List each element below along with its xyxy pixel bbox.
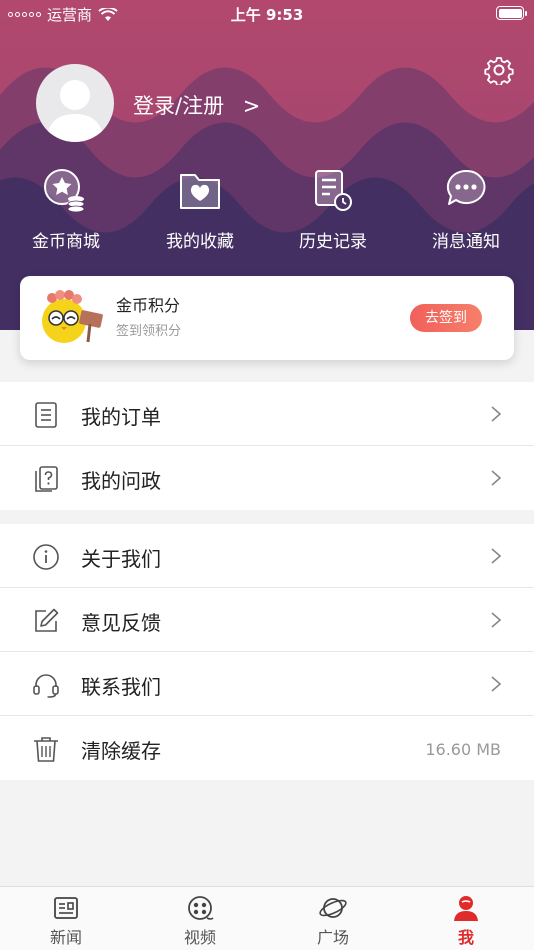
sign-in-card: 金币积分 签到领积分 去签到: [20, 276, 514, 360]
status-time: 上午 9:53: [230, 6, 304, 24]
login-label: 登录/注册: [133, 94, 225, 118]
headset-icon: [33, 674, 59, 698]
avatar[interactable]: [36, 64, 114, 142]
menu-item-feedback[interactable]: 意见反馈: [0, 588, 534, 652]
tab-label-me: 我: [457, 928, 474, 947]
quick-history[interactable]: 历史记录: [273, 165, 393, 252]
message-icon: [446, 169, 486, 205]
question-doc-icon: [35, 466, 58, 492]
settings-gear-icon[interactable]: [484, 55, 514, 85]
tab-news[interactable]: 新闻: [26, 893, 106, 948]
user-icon: [454, 896, 478, 921]
quick-favorites[interactable]: 我的收藏: [140, 165, 260, 252]
sign-in-button[interactable]: 去签到: [410, 304, 482, 332]
chevron-right-icon: [491, 470, 502, 486]
news-icon: [54, 897, 78, 919]
bottom-tab-bar: 新闻 视频 广场 我: [0, 886, 534, 950]
quick-label-messages: 消息通知: [432, 232, 500, 252]
status-bar: 运营商 上午 9:53: [0, 0, 534, 28]
quick-label-favorites: 我的收藏: [166, 232, 234, 252]
trash-icon: [34, 737, 58, 762]
info-icon: [33, 544, 59, 570]
menu-label-about: 关于我们: [81, 547, 161, 571]
owl-mascot-icon: [42, 290, 103, 343]
default-avatar-icon: [46, 80, 104, 142]
tab-me[interactable]: 我: [426, 893, 506, 948]
menu-item-orders[interactable]: 我的订单: [0, 382, 534, 446]
quick-messages[interactable]: 消息通知: [406, 165, 526, 252]
tab-label-square: 广场: [316, 928, 349, 947]
quick-coin-mall[interactable]: 金币商城: [6, 165, 126, 252]
tab-video[interactable]: 视频: [160, 893, 240, 948]
chevron-right-icon: [491, 548, 502, 564]
menu-label-inquiries: 我的问政: [81, 469, 161, 493]
sign-card-subtitle: 签到领积分: [116, 324, 182, 339]
menu-group-1: 我的订单 我的问政: [0, 382, 534, 510]
menu-label-clear-cache: 清除缓存: [81, 739, 161, 763]
cache-size-value: 16.60 MB: [425, 740, 501, 759]
history-icon: [315, 170, 352, 211]
chevron-right-icon: [491, 406, 502, 422]
menu-item-inquiries[interactable]: 我的问政: [0, 446, 534, 510]
order-list-icon: [35, 402, 57, 428]
tab-label-video: 视频: [183, 928, 216, 947]
menu-label-orders: 我的订单: [81, 405, 161, 429]
menu-label-contact: 联系我们: [81, 675, 161, 699]
quick-label-history: 历史记录: [299, 232, 367, 252]
menu-item-clear-cache[interactable]: 清除缓存 16.60 MB: [0, 716, 534, 780]
login-arrow: >: [242, 94, 261, 118]
planet-icon: [319, 898, 347, 918]
menu-item-about[interactable]: 关于我们: [0, 524, 534, 588]
favorites-folder-icon: [180, 174, 220, 209]
quick-label-coin-mall: 金币商城: [32, 232, 100, 252]
chevron-right-icon: [491, 612, 502, 628]
menu-group-2: 关于我们 意见反馈 联系我们 清除缓存 16.60 MB: [0, 524, 534, 780]
sign-card-title: 金币积分: [116, 296, 181, 315]
tab-square[interactable]: 广场: [293, 893, 373, 948]
edit-icon: [35, 608, 59, 632]
battery-icon: [496, 6, 527, 20]
chevron-right-icon: [491, 676, 502, 692]
menu-label-feedback: 意见反馈: [81, 611, 161, 635]
video-icon: [188, 896, 214, 920]
login-register-link[interactable]: 登录/注册 >: [133, 90, 260, 120]
menu-item-contact[interactable]: 联系我们: [0, 652, 534, 716]
tab-label-news: 新闻: [49, 928, 82, 947]
coin-mall-icon: [44, 169, 85, 213]
